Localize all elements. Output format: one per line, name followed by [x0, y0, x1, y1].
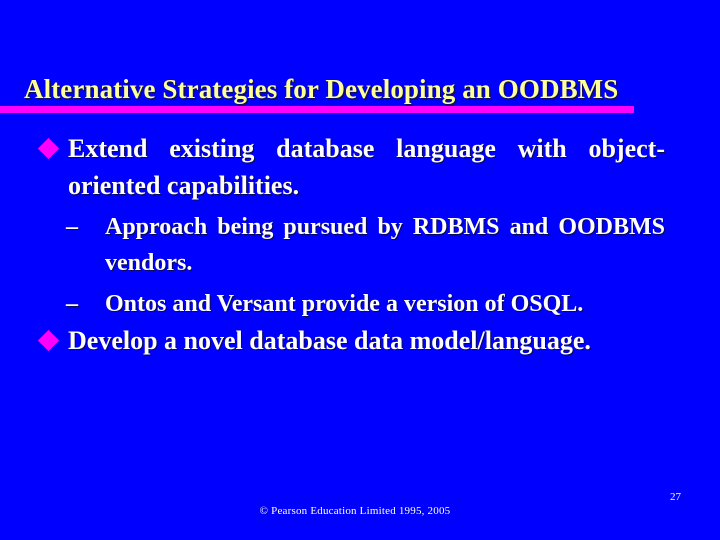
bullet-item-level1: Extend existing database language with o…	[0, 130, 720, 204]
bullet-item-level1: Develop a novel database data model/lang…	[0, 322, 720, 359]
title-block: Alternative Strategies for Developing an…	[0, 74, 720, 120]
slide-body: Extend existing database language with o…	[0, 130, 720, 359]
diamond-bullet-icon	[37, 137, 60, 160]
page-title: Alternative Strategies for Developing an…	[24, 74, 619, 104]
bullet-item-level2: – Ontos and Versant provide a version of…	[0, 286, 720, 322]
dash-bullet-icon: –	[66, 291, 78, 317]
bullet-item-level2: – Approach being pursued by RDBMS and OO…	[0, 209, 720, 281]
bullet-text: Extend existing database language with o…	[68, 134, 665, 200]
slide: Alternative Strategies for Developing an…	[0, 0, 720, 540]
diamond-bullet-icon	[37, 329, 60, 352]
bullet-text: Develop a novel database data model/lang…	[68, 326, 591, 355]
title-underline-rule	[0, 106, 634, 113]
dash-bullet-icon: –	[66, 214, 78, 240]
bullet-text: Approach being pursued by RDBMS and OODB…	[105, 214, 665, 276]
copyright-notice: © Pearson Education Limited 1995, 2005	[259, 505, 451, 517]
page-number: 27	[670, 491, 681, 503]
bullet-text: Ontos and Versant provide a version of O…	[105, 291, 584, 317]
